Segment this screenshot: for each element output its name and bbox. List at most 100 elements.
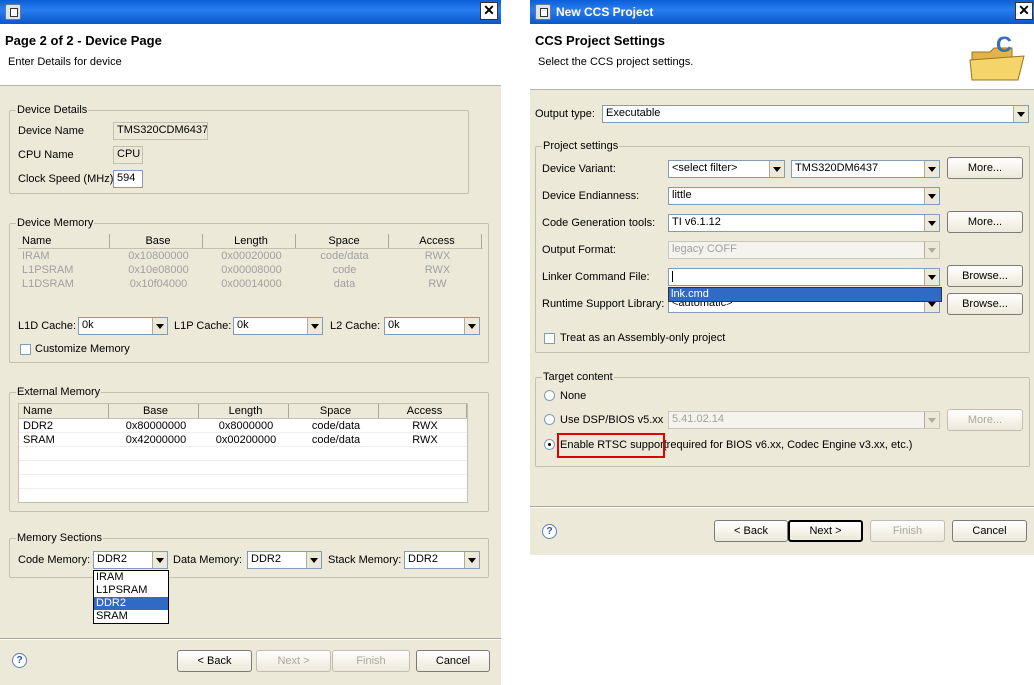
column-header[interactable]: Name <box>19 404 109 418</box>
data-memory-select[interactable]: DDR2 <box>247 551 322 569</box>
column-header[interactable]: Length <box>203 234 296 248</box>
output-format-select[interactable]: legacy COFF <box>668 241 940 259</box>
column-header[interactable]: Base <box>110 234 203 248</box>
chevron-down-icon[interactable] <box>924 412 939 428</box>
linker-combo[interactable] <box>668 268 940 286</box>
table-cell: 0x00200000 <box>215 434 277 446</box>
l1d-cache-value: 0k <box>82 319 94 331</box>
right-title-bar[interactable]: New CCS Project ✕ <box>530 0 1034 24</box>
column-header[interactable]: Space <box>296 234 389 248</box>
finish-button[interactable]: Finish <box>332 650 410 672</box>
table-row[interactable]: SRAM 0x42000000 0x00200000 code/data RWX <box>19 433 467 447</box>
next-button[interactable]: Next > <box>256 650 331 672</box>
data-memory-label: Data Memory: <box>173 554 243 566</box>
l1d-cache-select[interactable]: 0k <box>78 317 168 335</box>
rtsc-radio[interactable] <box>544 439 555 450</box>
close-icon[interactable]: ✕ <box>1015 2 1033 20</box>
cancel-button[interactable]: Cancel <box>416 650 490 672</box>
chevron-down-icon[interactable] <box>924 215 939 231</box>
code-memory-dropdown[interactable]: IRAM L1PSRAM DDR2 SRAM <box>93 570 169 624</box>
clock-speed-label: Clock Speed (MHz) <box>18 173 114 185</box>
next-button[interactable]: Next > <box>788 520 863 542</box>
chevron-down-icon[interactable] <box>769 161 784 177</box>
linker-suggestion-item[interactable]: lnk.cmd <box>669 288 941 301</box>
left-footer-separator <box>0 638 501 640</box>
output-type-select[interactable]: Executable <box>602 105 1029 123</box>
dspbios-radio[interactable] <box>544 414 555 425</box>
dspbios-version-select[interactable]: 5.41.02.14 <box>668 411 940 429</box>
help-icon[interactable]: ? <box>12 653 27 668</box>
chevron-down-icon[interactable] <box>464 552 479 568</box>
output-type-label: Output type: <box>535 108 595 120</box>
linker-browse-button[interactable]: Browse... <box>947 265 1023 287</box>
device-name-field[interactable]: TMS320CDM6437 <box>113 122 208 140</box>
back-button[interactable]: < Back <box>177 650 252 672</box>
dspbios-more-button[interactable]: More... <box>947 409 1023 431</box>
endianness-select[interactable]: little <box>668 187 940 205</box>
cpu-name-field[interactable]: CPU <box>113 146 143 164</box>
codegen-select[interactable]: TI v6.1.12 <box>668 214 940 232</box>
device-variant-value: TMS320DM6437 <box>795 162 879 174</box>
cancel-button[interactable]: Cancel <box>952 520 1027 542</box>
customize-memory-checkbox[interactable] <box>20 344 31 355</box>
codegen-label: Code Generation tools: <box>542 217 656 229</box>
dropdown-option[interactable]: DDR2 <box>94 597 168 610</box>
assembly-only-checkbox[interactable] <box>544 333 555 344</box>
table-cell: code/data <box>311 420 361 432</box>
table-cell: 0x10e08000 <box>128 264 189 276</box>
target-none-radio[interactable] <box>544 390 555 401</box>
l2-cache-value: 0k <box>388 319 400 331</box>
chevron-down-icon[interactable] <box>924 161 939 177</box>
column-header[interactable]: Length <box>199 404 289 418</box>
target-content-title: Target content <box>542 371 614 383</box>
chevron-down-icon[interactable] <box>464 318 479 334</box>
dspbios-label: Use DSP/BIOS v5.xx <box>560 414 664 426</box>
chevron-down-icon[interactable] <box>924 269 939 285</box>
table-row[interactable]: IRAM 0x10800000 0x00020000 code/data RWX <box>18 249 483 263</box>
help-icon[interactable]: ? <box>542 524 557 539</box>
dropdown-option[interactable]: L1PSRAM <box>94 584 168 597</box>
column-header[interactable]: Access <box>379 404 467 418</box>
column-header[interactable]: Space <box>289 404 379 418</box>
l2-cache-select[interactable]: 0k <box>384 317 480 335</box>
dropdown-option[interactable]: SRAM <box>94 610 168 623</box>
highlight-box <box>557 433 665 458</box>
stack-memory-select[interactable]: DDR2 <box>404 551 480 569</box>
device-variant-more-button[interactable]: More... <box>947 157 1023 179</box>
chevron-down-icon[interactable] <box>152 552 167 568</box>
column-header[interactable]: Name <box>18 234 110 248</box>
settings-title: CCS Project Settings <box>535 33 666 48</box>
device-memory-table[interactable]: Name Base Length Space Access IRAM 0x10800000… <box>18 234 483 299</box>
table-cell: SRAM <box>23 434 55 446</box>
clock-speed-field[interactable]: 594 <box>113 170 143 188</box>
device-variant-filter-select[interactable]: <select filter> <box>668 160 785 178</box>
linker-suggestion-list[interactable]: lnk.cmd <box>668 287 942 302</box>
table-row[interactable]: L1DSRAM 0x10f04000 0x00014000 data RW <box>18 277 483 291</box>
external-memory-table[interactable]: Name Base Length Space Access DDR2 0x80000000… <box>18 403 468 503</box>
close-icon[interactable]: ✕ <box>480 2 498 20</box>
table-cell: RW <box>428 278 447 290</box>
column-header[interactable]: Access <box>389 234 482 248</box>
chevron-down-icon[interactable] <box>924 188 939 204</box>
project-settings-title: Project settings <box>542 140 620 152</box>
chevron-down-icon[interactable] <box>1013 106 1028 122</box>
table-row[interactable]: L1PSRAM 0x10e08000 0x00008000 code RWX <box>18 263 483 277</box>
left-title-bar[interactable]: ✕ <box>0 0 501 24</box>
chevron-down-icon[interactable] <box>306 552 321 568</box>
chevron-down-icon[interactable] <box>307 318 322 334</box>
back-button[interactable]: < Back <box>714 520 788 542</box>
codegen-more-button[interactable]: More... <box>947 211 1023 233</box>
text-cursor <box>672 270 673 282</box>
l1p-cache-select[interactable]: 0k <box>233 317 323 335</box>
table-cell: RWX <box>412 434 438 446</box>
table-row[interactable]: DDR2 0x80000000 0x8000000 code/data RWX <box>19 419 467 433</box>
chevron-down-icon[interactable] <box>152 318 167 334</box>
dropdown-option[interactable]: IRAM <box>94 571 168 584</box>
device-variant-select[interactable]: TMS320DM6437 <box>791 160 940 178</box>
column-header[interactable]: Base <box>109 404 199 418</box>
target-none-label: None <box>560 390 587 402</box>
rts-browse-button[interactable]: Browse... <box>947 293 1023 315</box>
finish-button[interactable]: Finish <box>870 520 945 542</box>
code-memory-select[interactable]: DDR2 <box>93 551 168 569</box>
chevron-down-icon[interactable] <box>924 242 939 258</box>
